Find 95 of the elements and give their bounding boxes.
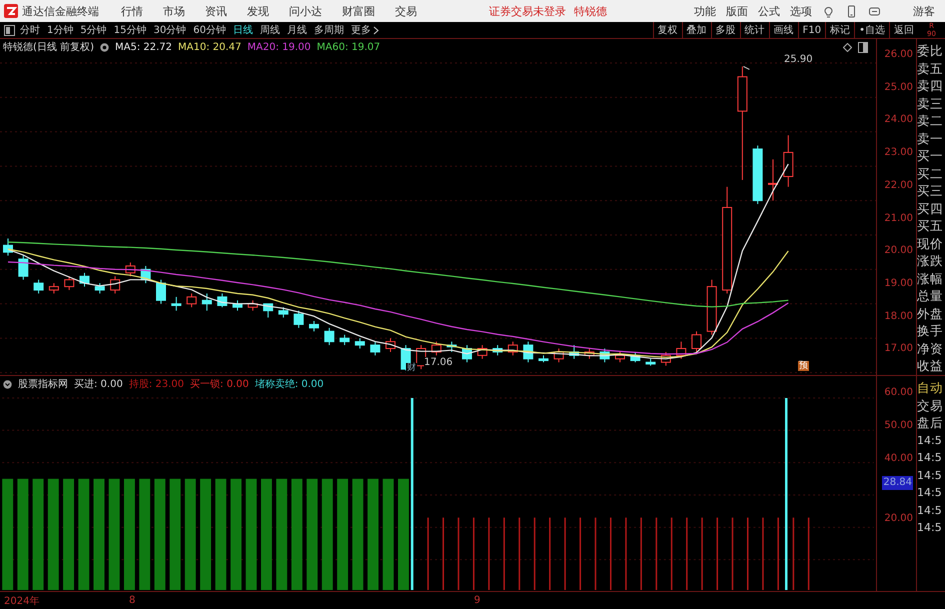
indicator-name: 股票指标网 <box>18 378 68 391</box>
menu-item[interactable]: 问小达 <box>289 4 322 18</box>
indicator-value: 买进: 0.00 <box>74 378 123 391</box>
axis-label: 18.00 <box>884 310 913 324</box>
menu-item[interactable]: 交易 <box>395 4 417 18</box>
menu-item[interactable]: 财富圈 <box>342 4 375 18</box>
quote-label[interactable]: 买二 <box>917 164 945 182</box>
event-marker[interactable]: 财 <box>406 363 417 373</box>
quote-label[interactable]: 收益 <box>917 357 945 374</box>
axis-label: 40.00 <box>884 452 913 466</box>
date-label: 9 <box>474 595 480 606</box>
quote-label[interactable]: 外盘 <box>917 304 945 322</box>
toolbar-button[interactable]: 多股 <box>710 22 740 38</box>
ma-legend: MA10: 20.47 <box>178 42 242 52</box>
axis-label: 17.00 <box>884 342 913 356</box>
quote-label[interactable]: 买五 <box>917 217 945 234</box>
axis-label: 23.00 <box>884 146 913 160</box>
menu-item[interactable]: 公式 <box>758 4 780 18</box>
toolbar-button[interactable]: F10 <box>798 22 826 38</box>
quote-label[interactable]: 净资 <box>917 340 945 357</box>
ma-legend: MA60: 19.07 <box>316 42 380 52</box>
current-value-label: 28.84 <box>882 476 913 490</box>
panel-label[interactable]: 交易 <box>917 396 945 414</box>
axis-label: 19.00 <box>884 276 913 291</box>
axis-label: 60.00 <box>884 386 913 400</box>
toolbar-button[interactable]: 叠加 <box>682 22 711 38</box>
quote-label[interactable]: 买四 <box>917 200 945 217</box>
period-tab[interactable]: 60分钟 <box>193 23 226 37</box>
ma-legend: MA5: 22.72 <box>114 42 172 52</box>
period-tab[interactable]: 月线 <box>286 23 307 37</box>
trade-time[interactable]: 14:5 <box>917 502 945 519</box>
quote-label[interactable]: 委比 <box>917 42 945 60</box>
menu-item[interactable]: 资讯 <box>205 4 227 18</box>
event-marker[interactable]: 预 <box>798 361 809 371</box>
price-label: 25.90 <box>784 54 813 65</box>
period-tab[interactable]: 15分钟 <box>114 23 146 37</box>
toolbar-button[interactable]: 画线 <box>768 22 798 38</box>
price-label: 17.06 <box>424 357 453 368</box>
period-tab[interactable]: 周线 <box>260 23 280 37</box>
axis-label: 26.00 <box>884 48 913 62</box>
indicator-value: 买一锁: 0.00 <box>190 378 249 391</box>
chart-title: 特锐德(日线 前复权) <box>3 40 94 54</box>
stock-name: 特锐德 <box>574 4 607 18</box>
user-name[interactable]: 游客 <box>913 4 935 18</box>
quote-label[interactable]: 卖三 <box>917 94 945 112</box>
panel-label[interactable]: 盘后 <box>917 414 945 432</box>
quote-label[interactable]: 涨幅 <box>917 270 945 287</box>
login-notice[interactable]: 证券交易未登录 <box>489 4 566 18</box>
quote-label[interactable]: 卖二 <box>917 112 945 130</box>
quote-label[interactable]: 卖四 <box>917 77 945 94</box>
period-tab[interactable]: 多周期 <box>314 23 344 37</box>
quote-label[interactable]: 换手 <box>917 322 945 340</box>
quote-label[interactable]: 总量 <box>917 287 945 304</box>
axis-label: 24.00 <box>884 113 913 128</box>
toolbar-button[interactable]: 复权 <box>652 22 682 38</box>
trade-time[interactable]: 14:5 <box>917 466 945 484</box>
menu-item[interactable]: 选项 <box>790 4 812 18</box>
date-label: 8 <box>129 595 136 606</box>
quote-label[interactable]: 买一 <box>917 147 945 164</box>
toolbar-button[interactable]: 返回 <box>889 22 918 38</box>
period-tab[interactable]: 5分钟 <box>80 23 107 37</box>
quote-label[interactable]: 现价 <box>917 234 945 252</box>
axis-label: 25.00 <box>884 80 913 95</box>
more-link[interactable]: 更多 <box>350 23 371 37</box>
period-tab[interactable]: 30分钟 <box>153 23 186 37</box>
menu-item[interactable]: 版面 <box>726 4 748 18</box>
trade-time[interactable]: 14:5 <box>917 519 945 536</box>
panel-label[interactable]: 自动 <box>917 379 945 396</box>
indicator-value: 持股: 23.00 <box>128 378 184 391</box>
trade-time[interactable]: 14:5 <box>917 432 945 449</box>
axis-label: 20.00 <box>884 512 913 526</box>
trade-time[interactable]: 14:5 <box>917 484 945 502</box>
axis-label: 22.00 <box>884 178 913 193</box>
toolbar-button[interactable]: •自选 <box>854 22 889 38</box>
menu-item[interactable]: 市场 <box>163 4 185 18</box>
axis-label: 21.00 <box>884 212 913 226</box>
quote-label[interactable]: 卖一 <box>917 130 945 147</box>
menu-item[interactable]: 功能 <box>694 4 716 18</box>
indicator-value: 堵称卖绝: 0.00 <box>254 378 324 391</box>
app-name: 通达信金融终端 <box>22 4 99 18</box>
quote-label[interactable]: 涨跌 <box>917 252 945 270</box>
menu-item[interactable]: 行情 <box>121 4 143 18</box>
axis-label: 20.00 <box>884 244 913 258</box>
date-label: 2024年 <box>4 594 40 608</box>
axis-label: 50.00 <box>884 419 913 433</box>
trade-time[interactable]: 14:5 <box>917 449 945 466</box>
quote-label[interactable]: 买三 <box>917 182 945 200</box>
toolbar-button[interactable]: 统计 <box>740 22 769 38</box>
period-tab[interactable]: 分时 <box>20 23 40 37</box>
period-tab[interactable]: 1分钟 <box>47 23 74 37</box>
ma-legend: MA20: 19.00 <box>247 42 311 52</box>
toolbar-button[interactable]: 标记 <box>825 22 854 38</box>
quote-label[interactable]: 卖五 <box>917 60 945 77</box>
period-tab[interactable]: 日线 <box>232 23 253 37</box>
menu-item[interactable]: 发现 <box>247 4 269 18</box>
